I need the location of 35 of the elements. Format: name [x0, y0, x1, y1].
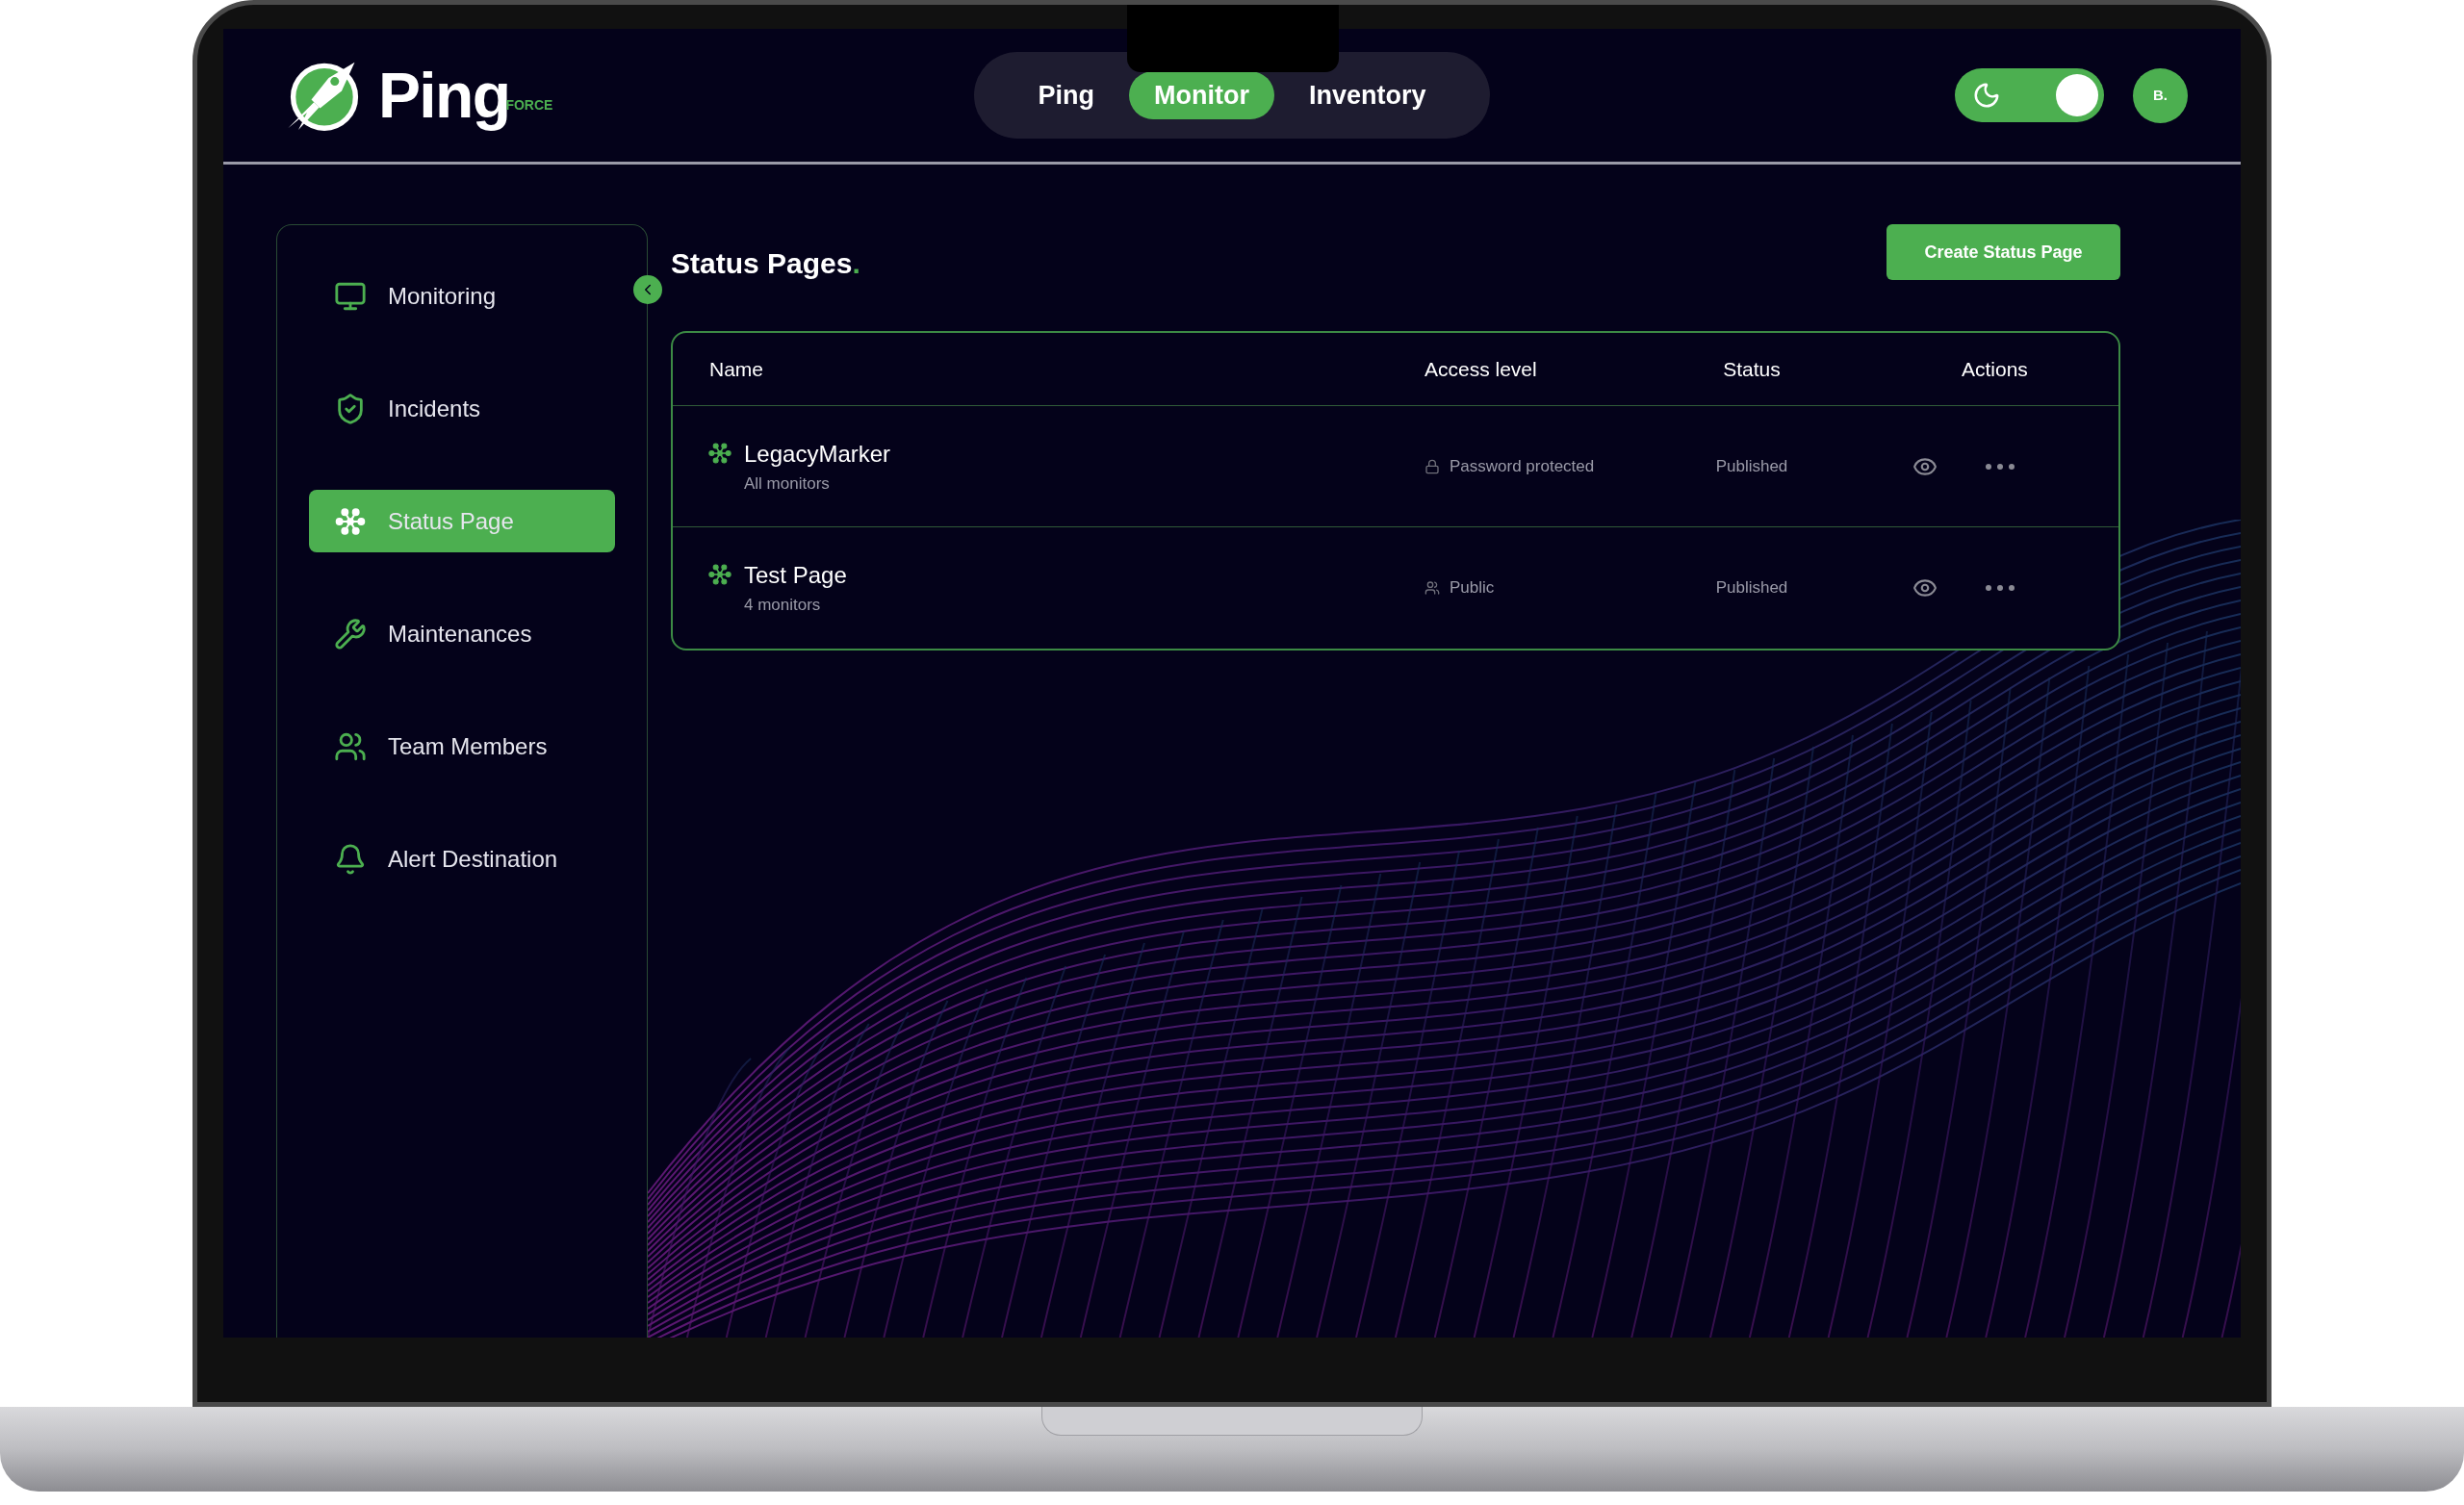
- status-text: Published: [1714, 455, 1789, 477]
- monitor-count: All monitors: [744, 472, 831, 495]
- column-header: Actions: [1961, 356, 2029, 382]
- status-page-name[interactable]: LegacyMarker: [744, 436, 891, 472]
- sidebar-item[interactable]: Team Members: [309, 715, 615, 778]
- nav-tab[interactable]: Inventory: [1283, 71, 1451, 119]
- column-header: Name: [708, 356, 765, 382]
- sidebar-item[interactable]: Monitoring: [309, 265, 615, 327]
- access-level: Public: [1450, 577, 1495, 599]
- nav-tab[interactable]: Ping: [1013, 71, 1119, 119]
- more-icon: [1986, 463, 2015, 470]
- column-header: Status: [1722, 356, 1782, 382]
- monitor-count: 4 monitors: [744, 595, 822, 617]
- title-dot: .: [852, 246, 860, 281]
- status-page-name[interactable]: Test Page: [744, 558, 847, 594]
- page-title: Status Pages: [671, 246, 853, 281]
- toggle-knob: [2056, 74, 2098, 116]
- users-icon: [1424, 580, 1440, 596]
- more-button[interactable]: [1986, 585, 2015, 591]
- spoke-dots-icon: [707, 440, 732, 466]
- lock-icon: [1424, 458, 1440, 474]
- theme-toggle[interactable]: [1955, 68, 2104, 122]
- more-button[interactable]: [1986, 463, 2015, 470]
- sidebar-item[interactable]: Maintenances: [309, 602, 615, 665]
- wrench-icon: [334, 617, 367, 650]
- collapse-button[interactable]: [633, 275, 662, 304]
- column-header: Access level: [1424, 356, 1538, 382]
- sidebar-item[interactable]: Alert Destination: [309, 828, 615, 890]
- sidebar-item[interactable]: Incidents: [309, 377, 615, 440]
- spoke-dots-icon: [707, 562, 732, 588]
- bell-icon: [334, 842, 367, 876]
- moon-icon: [1972, 81, 2001, 110]
- access-level: Password protected: [1450, 455, 1595, 477]
- more-icon: [1986, 585, 2015, 591]
- status-text: Published: [1714, 577, 1789, 599]
